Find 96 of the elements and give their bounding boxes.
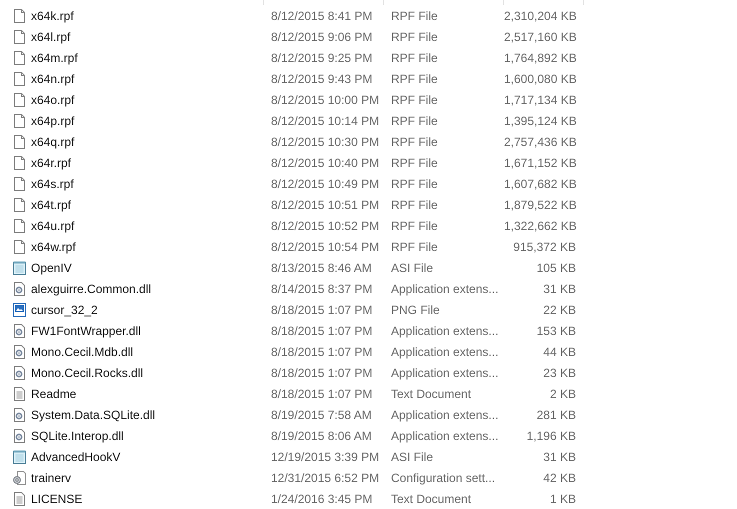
file-name: x64r.rpf — [31, 156, 72, 170]
file-type: ASI File — [391, 450, 434, 464]
file-size: 1,600,080 KB — [504, 72, 577, 86]
file-type: Application extens... — [391, 344, 498, 358]
date-modified: 8/12/2015 9:25 PM — [271, 50, 372, 64]
file-size: 1,395,124 KB — [504, 114, 577, 128]
file-name: x64p.rpf — [31, 114, 74, 128]
file-type: RPF File — [391, 114, 438, 128]
file-size: 42 KB — [543, 470, 576, 484]
file-type: RPF File — [391, 218, 438, 232]
date-modified: 12/31/2015 6:52 PM — [271, 470, 380, 484]
file-type: ASI File — [391, 260, 434, 274]
file-type: Text Document — [391, 386, 472, 400]
file-size: 1,671,152 KB — [504, 156, 577, 170]
file-size: 1,879,522 KB — [504, 198, 577, 212]
file-type: RPF File — [391, 198, 438, 212]
file-name: x64o.rpf — [31, 92, 74, 106]
file-name: Readme — [31, 386, 76, 400]
file-name: Mono.Cecil.Rocks.dll — [31, 366, 144, 380]
date-modified: 8/19/2015 7:58 AM — [271, 408, 372, 422]
date-modified: 12/19/2015 3:39 PM — [271, 450, 380, 464]
date-modified: 8/18/2015 1:07 PM — [271, 302, 372, 316]
file-type: Application extens... — [391, 408, 498, 422]
file-name: x64u.rpf — [31, 218, 74, 232]
date-modified: 8/12/2015 9:43 PM — [271, 72, 372, 86]
file-name: AdvancedHookV — [31, 450, 120, 464]
file-name: LICENSE — [31, 492, 82, 506]
date-modified: 1/24/2016 3:45 PM — [271, 492, 372, 506]
date-modified: 8/18/2015 1:07 PM — [271, 324, 372, 338]
file-type: RPF File — [391, 8, 438, 22]
file-name: x64l.rpf — [31, 30, 70, 44]
file-type: Application extens... — [391, 366, 498, 380]
file-name: cursor_32_2 — [31, 302, 98, 316]
file-size: 915,372 KB — [513, 240, 576, 254]
file-size: 2,517,160 KB — [504, 30, 577, 44]
file-name: x64n.rpf — [31, 72, 74, 86]
date-modified: 8/18/2015 1:07 PM — [271, 366, 372, 380]
file-name: x64s.rpf — [31, 176, 74, 190]
file-type: PNG File — [391, 302, 440, 316]
file-type: Application extens... — [391, 282, 498, 296]
file-type: RPF File — [391, 72, 438, 86]
date-modified: 8/18/2015 1:07 PM — [271, 386, 372, 400]
file-name: trainerv — [31, 470, 72, 484]
date-modified: 8/18/2015 1:07 PM — [271, 344, 372, 358]
date-modified: 8/12/2015 10:54 PM — [271, 240, 380, 254]
date-modified: 8/12/2015 10:00 PM — [271, 92, 380, 106]
file-size: 1,322,662 KB — [504, 218, 577, 232]
file-size: 23 KB — [543, 366, 576, 380]
file-size: 1 KB — [550, 492, 576, 506]
file-size: 31 KB — [543, 450, 576, 464]
file-type: RPF File — [391, 134, 438, 148]
date-modified: 8/12/2015 10:52 PM — [271, 218, 380, 232]
file-type: Text Document — [391, 492, 472, 506]
file-name: System.Data.SQLite.dll — [31, 408, 156, 422]
date-modified: 8/12/2015 9:06 PM — [271, 30, 372, 44]
file-type: RPF File — [391, 30, 438, 44]
file-size: 31 KB — [543, 282, 576, 296]
file-name: Mono.Cecil.Mdb.dll — [31, 344, 134, 358]
date-modified: 8/12/2015 10:49 PM — [271, 176, 380, 190]
file-size: 1,607,682 KB — [504, 176, 577, 190]
file-name: alexguirre.Common.dll — [31, 282, 152, 296]
file-size: 1,196 KB — [526, 428, 576, 442]
file-name: SQLite.Interop.dll — [31, 428, 124, 442]
file-size: 2,757,436 KB — [504, 134, 577, 148]
file-size: 22 KB — [543, 302, 576, 316]
file-name: OpenIV — [31, 260, 72, 274]
file-type: RPF File — [391, 176, 438, 190]
date-modified: 8/12/2015 10:40 PM — [271, 156, 380, 170]
file-size: 1,717,134 KB — [504, 92, 577, 106]
file-type: RPF File — [391, 240, 438, 254]
date-modified: 8/14/2015 8:37 PM — [271, 282, 372, 296]
date-modified: 8/12/2015 10:14 PM — [271, 114, 380, 128]
file-size: 2,310,204 KB — [504, 8, 577, 22]
file-name: FW1FontWrapper.dll — [31, 324, 141, 338]
file-type: RPF File — [391, 92, 438, 106]
file-type: Application extens... — [391, 324, 498, 338]
date-modified: 8/12/2015 10:30 PM — [271, 134, 380, 148]
file-type: Application extens... — [391, 428, 498, 442]
file-type: Configuration sett... — [391, 470, 496, 484]
file-size: 105 KB — [536, 260, 576, 274]
file-size: 1,764,892 KB — [504, 50, 577, 64]
file-name: x64w.rpf — [31, 240, 76, 254]
file-type: RPF File — [391, 156, 438, 170]
file-name: x64m.rpf — [31, 50, 78, 64]
file-size: 2 KB — [550, 386, 576, 400]
file-name: x64q.rpf — [31, 134, 74, 148]
date-modified: 8/12/2015 10:51 PM — [271, 198, 380, 212]
file-type: RPF File — [391, 50, 438, 64]
date-modified: 8/12/2015 8:41 PM — [271, 8, 372, 22]
date-modified: 8/19/2015 8:06 AM — [271, 428, 372, 442]
file-name: x64k.rpf — [31, 8, 74, 22]
file-size: 281 KB — [536, 408, 576, 422]
file-size: 44 KB — [543, 344, 576, 358]
date-modified: 8/13/2015 8:46 AM — [271, 260, 372, 274]
file-name: x64t.rpf — [31, 198, 72, 212]
file-size: 153 KB — [536, 324, 576, 338]
